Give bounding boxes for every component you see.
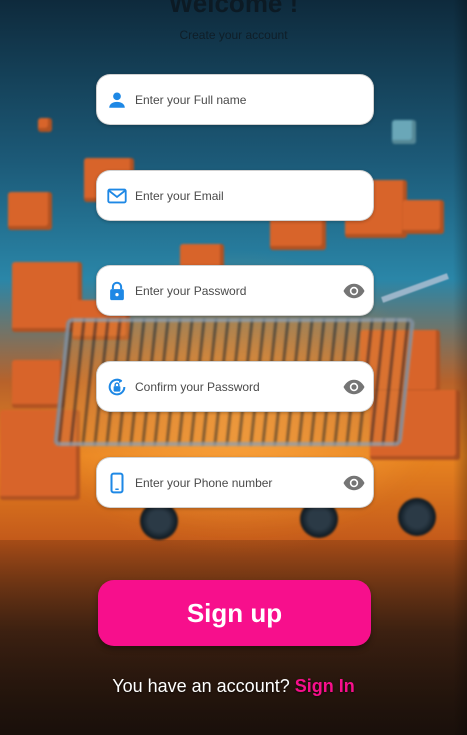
person-icon: [106, 89, 128, 111]
confirm-password-input[interactable]: [135, 362, 335, 411]
email-field[interactable]: [96, 170, 374, 221]
phone-icon: [106, 472, 128, 494]
signin-prompt-text: You have an account?: [112, 676, 290, 696]
email-input[interactable]: [135, 171, 335, 220]
signup-button[interactable]: Sign up: [98, 580, 371, 646]
phone-visibility-eye-icon[interactable]: [342, 471, 366, 495]
full-name-input[interactable]: [135, 75, 335, 124]
password-field[interactable]: [96, 265, 374, 316]
mail-icon: [106, 185, 128, 207]
confirm-password-visibility-eye-icon[interactable]: [342, 375, 366, 399]
phone-field[interactable]: [96, 457, 374, 508]
phone-input[interactable]: [135, 458, 335, 507]
confirm-password-field[interactable]: [96, 361, 374, 412]
lock-reset-icon: [106, 376, 128, 398]
password-visibility-eye-icon[interactable]: [342, 279, 366, 303]
full-name-field[interactable]: [96, 74, 374, 125]
lock-icon: [106, 280, 128, 302]
signin-link[interactable]: Sign In: [295, 676, 355, 696]
password-input[interactable]: [135, 266, 335, 315]
signin-prompt: You have an account? Sign In: [0, 676, 467, 697]
window-edge-shadow: [453, 0, 467, 735]
page-title: Welcome !: [168, 0, 299, 18]
page-subtitle: Create your account: [179, 28, 288, 42]
